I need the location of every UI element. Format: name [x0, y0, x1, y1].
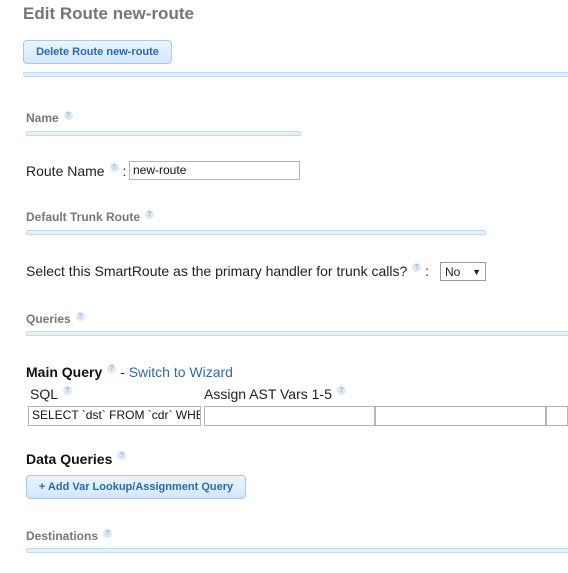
- primary-handler-label: Select this SmartRoute as the primary ha…: [26, 263, 408, 279]
- help-icon[interactable]: ?: [75, 312, 85, 321]
- main-query-title: Main Query: [26, 364, 103, 380]
- ast-var-input[interactable]: [204, 406, 375, 426]
- section-name-heading: Name?: [26, 111, 73, 125]
- section-divider: [26, 331, 568, 336]
- primary-handler-value: No: [445, 264, 461, 279]
- section-queries-label: Queries: [26, 312, 71, 326]
- help-icon[interactable]: ?: [117, 451, 127, 460]
- help-icon[interactable]: ?: [63, 386, 73, 395]
- route-name-separator: :: [122, 163, 127, 179]
- help-icon[interactable]: ?: [107, 364, 117, 373]
- switch-to-wizard-link[interactable]: Switch to Wizard: [129, 364, 233, 380]
- help-icon[interactable]: ?: [145, 210, 155, 219]
- section-name-label: Name: [26, 111, 59, 125]
- help-icon[interactable]: ?: [63, 111, 73, 120]
- ast-var-input[interactable]: [375, 406, 546, 426]
- ast-var-input[interactable]: [546, 406, 568, 426]
- delete-route-button[interactable]: Delete Route new-route: [23, 40, 172, 64]
- route-name-row: Route Name? :: [26, 163, 126, 179]
- main-query-separator: -: [116, 364, 129, 380]
- help-icon[interactable]: ?: [336, 386, 346, 395]
- chevron-down-icon: ▼: [472, 266, 481, 277]
- sql-column-header: SQL?: [30, 386, 73, 402]
- section-destinations-heading: Destinations?: [26, 529, 113, 543]
- section-default-trunk-label: Default Trunk Route: [26, 210, 141, 224]
- section-divider: [26, 548, 568, 553]
- main-query-heading-row: Main Query? - Switch to Wizard: [26, 364, 233, 382]
- primary-handler-select[interactable]: No ▼: [440, 262, 486, 281]
- route-name-label: Route Name: [26, 163, 105, 179]
- primary-handler-row: Select this SmartRoute as the primary ha…: [26, 263, 429, 279]
- section-divider: [23, 72, 568, 77]
- data-queries-heading: Data Queries?: [26, 451, 127, 469]
- section-queries-heading: Queries?: [26, 312, 85, 326]
- section-divider: [26, 230, 486, 235]
- sql-header-label: SQL: [30, 386, 59, 402]
- help-icon[interactable]: ?: [103, 529, 113, 538]
- page-title: Edit Route new-route: [23, 4, 194, 23]
- help-icon[interactable]: ?: [109, 163, 119, 172]
- section-divider: [26, 131, 301, 136]
- vars-header-label: Assign AST Vars 1-5: [204, 386, 332, 402]
- primary-handler-separator: :: [425, 263, 430, 279]
- help-icon[interactable]: ?: [412, 263, 422, 272]
- data-queries-title: Data Queries: [26, 451, 113, 467]
- section-default-trunk-heading: Default Trunk Route?: [26, 210, 155, 224]
- route-name-input[interactable]: new-route: [129, 161, 300, 180]
- sql-query-input[interactable]: SELECT `dst` FROM `cdr` WHERE: [28, 406, 201, 426]
- add-var-lookup-button[interactable]: + Add Var Lookup/Assignment Query: [26, 475, 246, 499]
- section-destinations-label: Destinations: [26, 529, 99, 543]
- vars-column-header: Assign AST Vars 1-5?: [204, 386, 346, 402]
